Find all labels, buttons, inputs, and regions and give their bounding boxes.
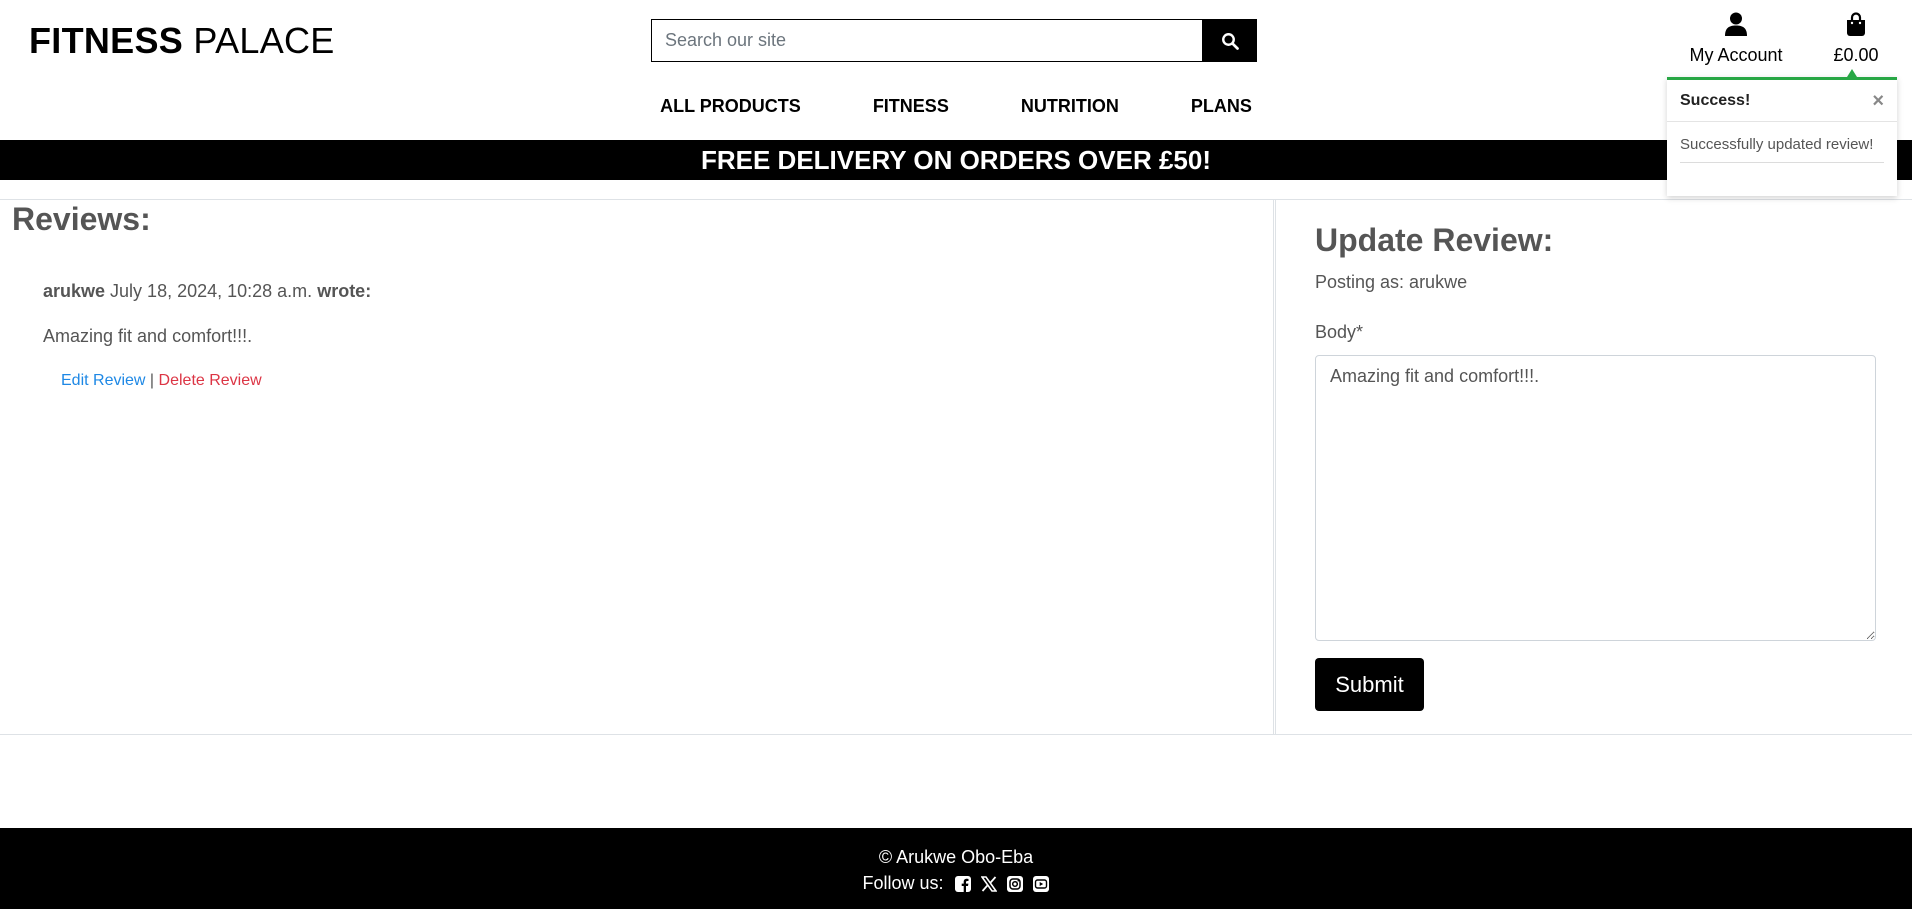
review-date: July 18, 2024, 10:28 a.m. <box>105 281 318 301</box>
review-author: arukwe <box>43 281 106 301</box>
submit-button[interactable]: Submit <box>1315 658 1424 711</box>
site-footer: © Arukwe Obo-Eba Follow us: <box>0 828 1912 909</box>
x-twitter-icon[interactable] <box>980 875 998 893</box>
review-actions: Edit Review | Delete Review <box>61 372 262 390</box>
main-nav: ALL PRODUCTS FITNESS NUTRITION PLANS <box>0 96 1912 117</box>
toast-title: Success! <box>1680 91 1751 109</box>
my-account-label: My Account <box>1689 45 1783 65</box>
instagram-icon[interactable] <box>1006 875 1024 893</box>
toast-arrow <box>1847 69 1857 77</box>
delete-review-link[interactable]: Delete Review <box>159 372 262 389</box>
cart-link[interactable]: £0.00 <box>1820 12 1892 66</box>
toast-header: Success! × <box>1667 80 1897 122</box>
reviews-panel: Reviews: arukwe July 18, 2024, 10:28 a.m… <box>0 200 1274 734</box>
actions-separator: | <box>145 372 159 389</box>
search-icon <box>1221 32 1239 50</box>
success-toast: Success! × Successfully updated review! <box>1667 69 1897 196</box>
toast-body: Successfully updated review! <box>1667 122 1897 163</box>
cart-total: £0.00 <box>1833 45 1879 65</box>
facebook-icon[interactable] <box>954 875 972 893</box>
my-account-link[interactable]: My Account <box>1682 12 1790 66</box>
nav-item-plans[interactable]: PLANS <box>1155 96 1288 117</box>
toast-message: Successfully updated review! <box>1680 136 1884 163</box>
site-logo[interactable]: FITNESS PALACE <box>29 20 335 62</box>
search-form <box>651 19 1257 62</box>
follow-us-row: Follow us: <box>0 873 1912 894</box>
nav-item-nutrition[interactable]: NUTRITION <box>985 96 1155 117</box>
close-icon[interactable]: × <box>1872 91 1884 111</box>
shopping-bag-icon <box>1847 12 1865 36</box>
body-label: Body* <box>1315 322 1364 342</box>
review-body-textarea[interactable]: Amazing fit and comfort!!!. <box>1315 355 1876 641</box>
review-wrote-label: wrote: <box>317 281 372 301</box>
posting-as-text: Posting as: arukwe <box>1315 272 1468 292</box>
edit-review-link[interactable]: Edit Review <box>61 372 145 389</box>
reviews-heading: Reviews: <box>12 201 151 237</box>
logo-bold-text: FITNESS <box>29 20 184 61</box>
follow-us-label: Follow us: <box>862 873 944 893</box>
logo-rest-text: PALACE <box>183 20 335 61</box>
delivery-banner: FREE DELIVERY ON ORDERS OVER £50! <box>0 140 1912 180</box>
nav-item-fitness[interactable]: FITNESS <box>837 96 985 117</box>
youtube-icon[interactable] <box>1032 875 1050 893</box>
search-button[interactable] <box>1202 19 1257 62</box>
nav-item-all-products[interactable]: ALL PRODUCTS <box>624 96 837 117</box>
main-content: Reviews: arukwe July 18, 2024, 10:28 a.m… <box>0 199 1912 735</box>
user-icon <box>1725 12 1747 36</box>
review-meta: arukwe July 18, 2024, 10:28 a.m. wrote: <box>43 281 371 302</box>
search-input[interactable] <box>651 19 1202 62</box>
update-review-panel: Update Review: Posting as: arukwe Body* … <box>1275 200 1912 734</box>
copyright-text: © Arukwe Obo-Eba <box>878 847 1034 867</box>
update-review-heading: Update Review: <box>1315 222 1554 258</box>
review-body: Amazing fit and comfort!!!. <box>43 326 253 346</box>
